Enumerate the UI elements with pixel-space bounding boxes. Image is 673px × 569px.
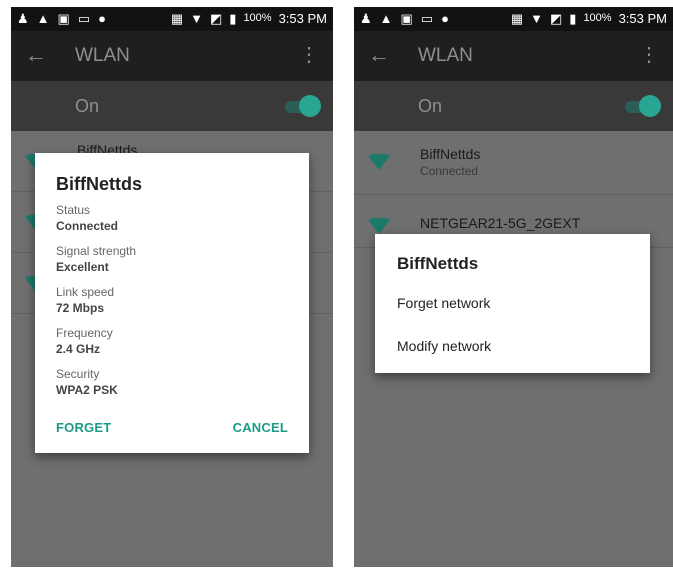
battery-percent: 100%: [243, 12, 272, 24]
nfc-icon: ▦: [510, 11, 524, 26]
left-screen: ♟ ▲ ▣ ▭ ● ▦ ▼ ◩ ▮ 100% 3:53 PM ← WLAN ⋮ …: [11, 7, 333, 567]
status-bar: ♟ ▲ ▣ ▭ ● ▦ ▼ ◩ ▮ 100% 3:53 PM: [11, 7, 333, 31]
battery-icon: ▮: [229, 11, 237, 26]
warning-icon: ▲: [379, 11, 393, 26]
network-status: Connected: [420, 164, 479, 178]
wlan-toggle-row[interactable]: On: [11, 81, 333, 131]
image-icon: ▣: [400, 11, 413, 26]
battery-icon: ▮: [569, 11, 577, 26]
overflow-menu-icon[interactable]: ⋮: [299, 43, 319, 67]
no-sim-icon: ◩: [209, 11, 223, 26]
overflow-menu-icon[interactable]: ⋮: [639, 43, 659, 67]
nfc-icon: ▦: [170, 11, 184, 26]
network-name: NETGEAR21-5G_2GEXT: [420, 215, 581, 231]
link-speed-field: Link speed 72 Mbps: [56, 285, 115, 315]
forget-network-item[interactable]: Forget network: [397, 294, 490, 312]
right-screen: ♟ ▲ ▣ ▭ ● ▦ ▼ ◩ ▮ 100% 3:53 PM ← WLAN ⋮ …: [354, 7, 673, 567]
forget-button[interactable]: FORGET: [56, 420, 111, 436]
wlan-toggle-row[interactable]: On: [354, 81, 673, 131]
android-icon: ●: [98, 11, 106, 26]
person-icon: ♟: [360, 11, 372, 26]
toggle-switch[interactable]: [299, 95, 321, 117]
cast-icon: ▭: [420, 11, 434, 26]
cancel-button[interactable]: CANCEL: [233, 420, 288, 436]
wifi-icon: ▼: [190, 11, 203, 26]
security-field: Security WPA2 PSK: [56, 367, 118, 397]
app-bar: ← WLAN ⋮: [354, 31, 673, 81]
clock: 3:53 PM: [278, 11, 327, 26]
network-options-dialog: BiffNettds Forget network Modify network: [375, 234, 650, 373]
wifi-signal-icon: [368, 154, 390, 170]
modify-network-item[interactable]: Modify network: [397, 337, 491, 355]
toggle-switch[interactable]: [639, 95, 661, 117]
wifi-icon: ▼: [530, 11, 543, 26]
no-sim-icon: ◩: [549, 11, 563, 26]
clock: 3:53 PM: [618, 11, 667, 26]
dialog-title: BiffNettds: [397, 254, 479, 273]
wlan-toggle-label: On: [418, 96, 443, 116]
status-bar: ♟ ▲ ▣ ▭ ● ▦ ▼ ◩ ▮ 100% 3:53 PM: [354, 7, 673, 31]
frequency-field: Frequency 2.4 GHz: [56, 326, 113, 356]
list-item[interactable]: BiffNettds Connected: [354, 131, 673, 195]
network-name: BiffNettds: [420, 146, 481, 162]
warning-icon: ▲: [36, 11, 50, 26]
battery-percent: 100%: [583, 12, 612, 24]
person-icon: ♟: [17, 11, 29, 26]
wlan-toggle-label: On: [75, 96, 100, 116]
cast-icon: ▭: [77, 11, 91, 26]
back-arrow-icon[interactable]: ←: [368, 42, 390, 68]
back-arrow-icon[interactable]: ←: [25, 42, 47, 68]
network-details-dialog: BiffNettds Status Connected Signal stren…: [35, 153, 309, 453]
page-title: WLAN: [75, 45, 130, 66]
status-field: Status Connected: [56, 203, 119, 233]
dialog-title: BiffNettds: [56, 174, 142, 194]
android-icon: ●: [441, 11, 449, 26]
network-list: BiffNettds Connected NETGEAR21-5G_2GEXT: [354, 131, 673, 248]
page-title: WLAN: [418, 45, 473, 66]
wifi-signal-icon: [368, 218, 390, 234]
app-bar: ← WLAN ⋮: [11, 31, 333, 81]
image-icon: ▣: [57, 11, 70, 26]
signal-strength-field: Signal strength Excellent: [56, 244, 137, 274]
